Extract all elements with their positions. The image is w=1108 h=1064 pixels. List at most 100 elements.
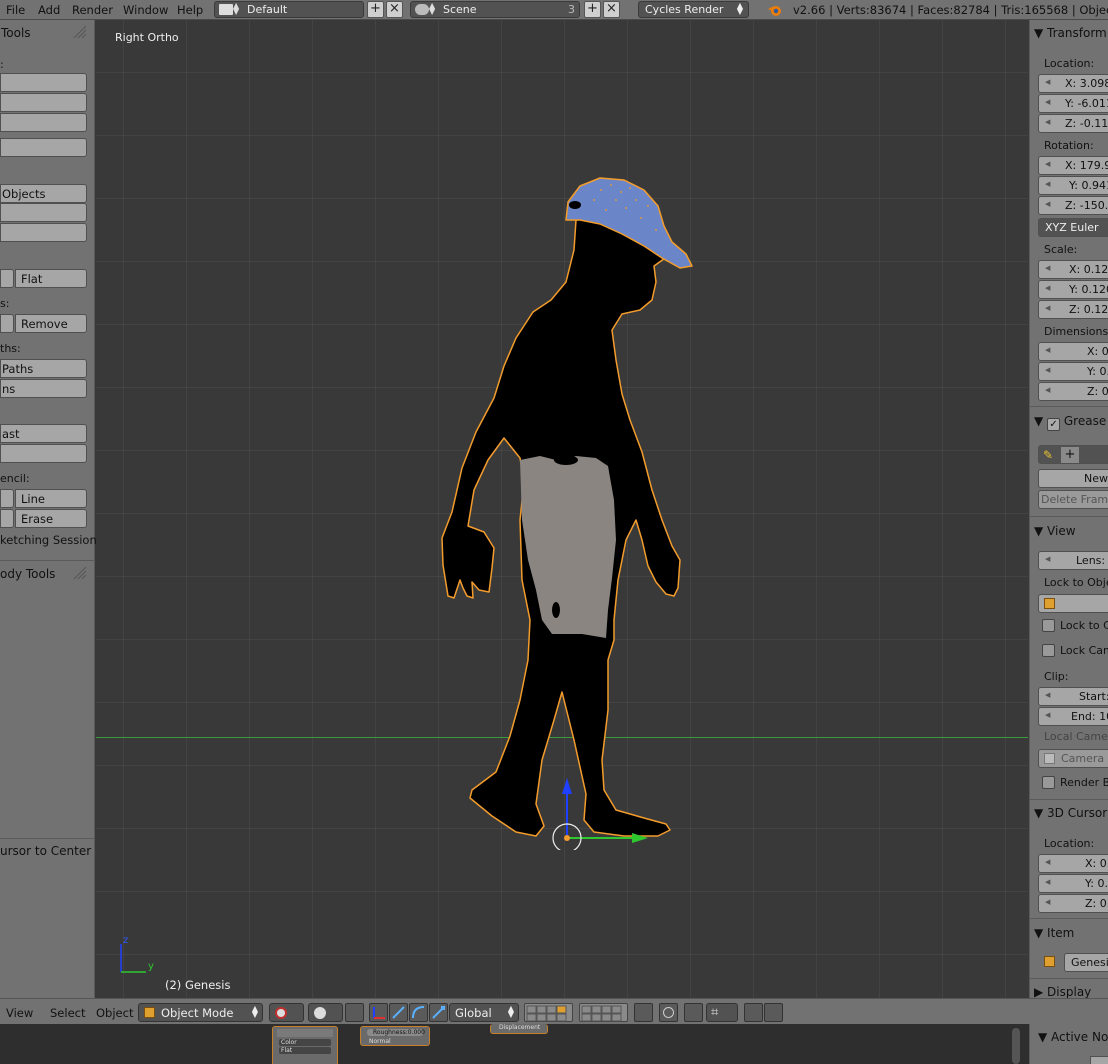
menu-file[interactable]: File [6, 3, 25, 17]
clear-paths-button[interactable]: ns [0, 379, 87, 398]
add-scene-button[interactable]: + [584, 1, 601, 18]
shader-node[interactable]: Color Flat [272, 1026, 338, 1064]
menu-render[interactable]: Render [72, 3, 113, 17]
delete-scene-button[interactable]: × [603, 1, 620, 18]
dimensions-y-field[interactable]: ◀ Y: 0. [1038, 362, 1108, 381]
viewport-shading-selector[interactable] [269, 1003, 304, 1022]
rotate-manipulator-icon[interactable] [409, 1003, 428, 1022]
location-x-field[interactable]: ◀X: 3.0984 [1038, 74, 1108, 93]
lock-object-field[interactable] [1038, 594, 1108, 613]
transform-orientation-selector[interactable]: Global ▲ ▼ [449, 1003, 519, 1022]
tool-button[interactable] [0, 203, 87, 222]
location-y-field[interactable]: ◀Y: -6.0116 [1038, 94, 1108, 113]
cursor-to-center-button[interactable]: ursor to Center [0, 844, 91, 858]
tool-button[interactable] [0, 113, 87, 132]
grease-pencil-draw-button[interactable] [0, 489, 14, 508]
panel-drag-handle-icon[interactable] [72, 24, 88, 40]
cursor-z-field[interactable]: ◀ Z: 0. [1038, 894, 1108, 913]
lens-field[interactable]: ◀Lens: 3 [1038, 551, 1108, 570]
genesis-figure[interactable] [96, 20, 1028, 998]
scale-y-field[interactable]: ◀Y: 0.120 [1038, 280, 1108, 299]
dimensions-x-field[interactable]: ◀X: 0. [1038, 342, 1108, 361]
scene-selector[interactable]: ▲ ▼ Scene 3 [410, 1, 580, 18]
object-name-field[interactable]: Genesis [1064, 953, 1108, 972]
scene-layers-grid-1[interactable] [524, 1003, 573, 1022]
add-layout-button[interactable]: + [367, 1, 384, 18]
checkbox-checked-icon[interactable]: ✓ [1047, 418, 1061, 431]
node-name-field[interactable] [1090, 1056, 1108, 1064]
smooth-shading-button[interactable] [0, 269, 14, 288]
menu-add[interactable]: Add [38, 3, 60, 17]
node-editor[interactable]: Color Flat Roughness:0.000 Normal Displa… [0, 1024, 1108, 1064]
dimensions-z-field[interactable]: ◀Z: 0. [1038, 382, 1108, 401]
tool-button[interactable]: ast [0, 424, 87, 443]
grease-pencil-erase-button[interactable]: Erase [15, 509, 87, 528]
flat-shading-button[interactable]: Flat [15, 269, 87, 288]
delete-layout-button[interactable]: × [386, 1, 403, 18]
clip-end-field[interactable]: ◀End: 10 [1038, 707, 1108, 726]
grease-pencil-poly-button[interactable] [0, 509, 14, 528]
lock-camera-checkbox[interactable] [1042, 644, 1055, 657]
grease-pencil-line-button[interactable]: Line [15, 489, 87, 508]
grease-pencil-panel-header[interactable]: ▼ ✓ Grease [1034, 414, 1106, 431]
y-arrow-head-icon[interactable] [632, 833, 648, 843]
item-panel-header[interactable]: ▼ Item [1034, 926, 1074, 940]
rotation-y-field[interactable]: ◀Y: 0.941 [1038, 176, 1108, 195]
menu-window[interactable]: Window [123, 3, 168, 17]
render-engine-selector[interactable]: Cycles Render ▲ ▼ [638, 1, 749, 18]
roughness-field[interactable]: Roughness:0.000 [367, 1029, 425, 1036]
menu-object[interactable]: Object [96, 1006, 133, 1020]
render-still-icon[interactable] [744, 1003, 763, 1022]
tool-button[interactable] [0, 138, 87, 157]
calculate-paths-button[interactable]: Paths [0, 359, 87, 378]
layout-selector[interactable]: ▲ ▼ Default [214, 1, 364, 18]
new-grease-pencil-button[interactable]: New [1038, 469, 1108, 488]
delete-frame-button[interactable]: Delete Frame [1038, 490, 1108, 509]
lock-to-cursor-checkbox[interactable] [1042, 619, 1055, 632]
3d-cursor-panel-header[interactable]: ▼ 3D Cursor [1034, 806, 1107, 820]
node-field[interactable]: Color [279, 1039, 331, 1046]
scene-layers-grid-2[interactable] [579, 1003, 628, 1022]
mode-selector[interactable]: Object Mode ▲ ▼ [138, 1003, 263, 1022]
cursor-x-field[interactable]: ◀ X: 0. [1038, 854, 1108, 873]
snap-toggle-icon[interactable] [684, 1003, 703, 1022]
location-z-field[interactable]: ◀Z: -0.112 [1038, 114, 1108, 133]
menu-help[interactable]: Help [177, 3, 203, 17]
add-layer-icon[interactable]: + [1061, 447, 1079, 463]
node-field[interactable]: Flat [279, 1047, 331, 1054]
scale-z-field[interactable]: ◀Z: 0.120 [1038, 300, 1108, 319]
snap-element-selector[interactable]: ⌗ [706, 1003, 738, 1022]
vertical-scrollbar[interactable] [1012, 1028, 1020, 1064]
scale-manipulator-icon[interactable] [429, 1003, 448, 1022]
continuous-sketching-toggle[interactable]: ketching Sessions [0, 533, 103, 547]
pivot-point-selector[interactable] [308, 1003, 343, 1022]
lock-layers-icon[interactable] [634, 1003, 653, 1022]
manipulator-toggle-icon[interactable] [345, 1003, 364, 1022]
menu-view[interactable]: View [6, 1006, 33, 1020]
tool-button[interactable] [0, 314, 14, 333]
local-camera-field[interactable]: Camera [1038, 749, 1108, 768]
output-node[interactable]: Displacement [490, 1024, 548, 1034]
pencil-icon[interactable]: ✎ [1043, 448, 1057, 462]
tool-button[interactable] [0, 444, 87, 463]
menu-select[interactable]: Select [50, 1006, 85, 1020]
view-panel-header[interactable]: ▼ View [1034, 524, 1076, 538]
tool-button[interactable] [0, 93, 87, 112]
render-border-checkbox[interactable] [1042, 776, 1055, 789]
transform-panel-header[interactable]: ▼ Transform [1034, 26, 1107, 40]
z-arrow-head-icon[interactable] [562, 778, 572, 794]
proportional-editing-icon[interactable] [659, 1003, 678, 1022]
clip-start-field[interactable]: ◀ Start: [1038, 687, 1108, 706]
tool-button[interactable] [0, 73, 87, 92]
translate-manipulator-icon[interactable] [369, 1003, 388, 1022]
scale-x-field[interactable]: ◀X: 0.120 [1038, 260, 1108, 279]
remove-button[interactable]: Remove [15, 314, 87, 333]
display-panel-header[interactable]: ▶ Display [1034, 985, 1091, 998]
rotation-x-field[interactable]: ◀X: 179.95 [1038, 156, 1108, 175]
cursor-y-field[interactable]: ◀Y: 0.0 [1038, 874, 1108, 893]
tool-button[interactable] [0, 223, 87, 242]
join-objects-button[interactable]: Objects [0, 184, 87, 203]
active-node-panel-header[interactable]: ▼ Active No [1038, 1030, 1108, 1044]
3d-viewport[interactable]: Right Ortho z y (2) Genesis [96, 20, 1028, 998]
move-manipulator-icon[interactable] [389, 1003, 408, 1022]
